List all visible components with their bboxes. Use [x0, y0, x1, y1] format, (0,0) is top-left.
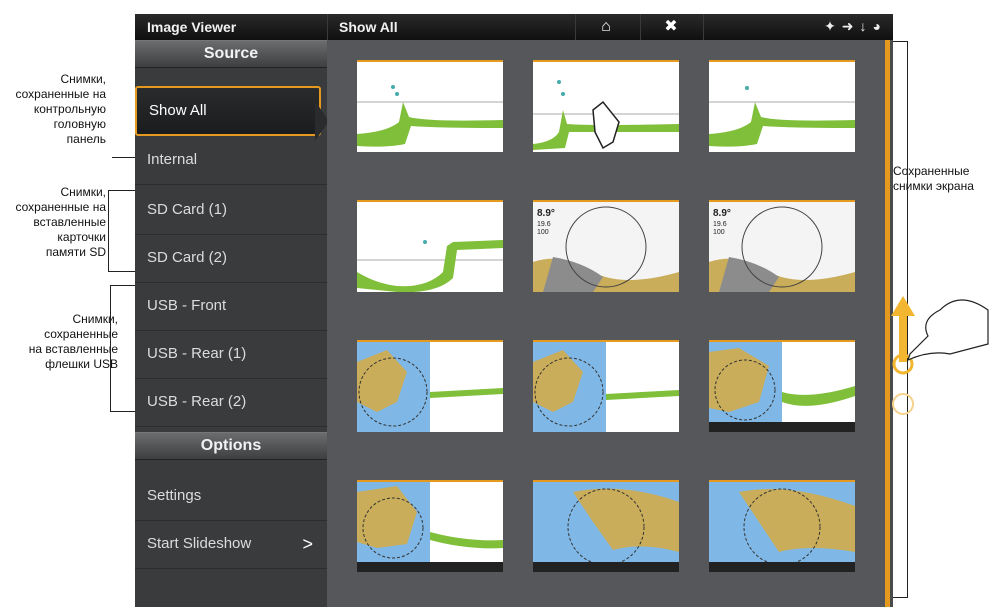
source-header: Source	[135, 40, 327, 68]
thumbnail-4[interactable]	[357, 200, 503, 292]
annotation-head-unit: Снимки, сохраненные на контрольную голов…	[15, 72, 106, 146]
home-button[interactable]: ⌂	[575, 14, 636, 40]
sidebar-item-sd-card-1[interactable]: SD Card (1)	[135, 186, 327, 235]
swipe-gesture-illustration	[891, 296, 989, 415]
annotation-sd-cards: Снимки, сохраненные на вставленные карто…	[15, 185, 106, 259]
readout-range: 100	[713, 229, 725, 236]
chart-split-image	[533, 342, 679, 432]
thumbnail-12[interactable]	[709, 480, 855, 572]
thumbnail-7[interactable]	[357, 340, 503, 432]
home-icon: ⌂	[601, 18, 611, 35]
chart-full-image	[709, 482, 855, 572]
thumbnail-8[interactable]	[533, 340, 679, 432]
chart-full-image	[533, 482, 679, 572]
settings-item[interactable]: Settings	[135, 472, 327, 521]
start-slideshow-label: Start Slideshow	[147, 535, 252, 552]
chart-radar-image: 8.9° 19.6100	[709, 202, 855, 292]
sonar-image	[357, 62, 503, 152]
title-bar: Image Viewer Show All ⌂ ✖ ✦➜↓◕	[135, 14, 893, 40]
readout-depth: 8.9°	[713, 208, 731, 219]
close-button[interactable]: ✖	[640, 14, 701, 40]
gps-icon: ✦	[824, 18, 842, 34]
annotation-usb-bracket	[110, 285, 135, 412]
readout-temp: 19.6	[537, 221, 551, 228]
status-icons: ✦➜↓◕	[824, 18, 887, 35]
readout-temp: 19.6	[713, 221, 727, 228]
thumbnail-grid: 8.9° 19.6 100 8.9° 19.6 100	[327, 40, 885, 607]
pin-icon: ➜	[841, 18, 860, 34]
thumbnail-6[interactable]: 8.9° 19.6 100	[709, 200, 855, 292]
thumbnail-3[interactable]	[709, 60, 855, 152]
start-slideshow-item[interactable]: Start Slideshow >	[135, 520, 327, 569]
chart-split-image	[357, 342, 503, 432]
hand-icon	[906, 299, 989, 362]
touch-point-start	[892, 393, 914, 415]
chart-split-sonar-image	[709, 342, 855, 432]
sonar-image	[357, 202, 503, 292]
thumbnail-5[interactable]: 8.9° 19.6 100	[533, 200, 679, 292]
chevron-right-icon: >	[302, 534, 313, 554]
device-screen: Image Viewer Show All ⌂ ✖ ✦➜↓◕ Source Sh…	[135, 14, 893, 607]
thumbnail-9[interactable]	[709, 340, 855, 432]
annotation-sd-bracket	[108, 190, 135, 272]
readout-depth: 8.9°	[537, 208, 555, 219]
readout-range: 100	[537, 229, 549, 236]
close-icon: ✖	[664, 18, 678, 35]
sidebar-item-usb-rear-1[interactable]: USB - Rear (1)	[135, 330, 327, 379]
thumbnail-10[interactable]	[357, 480, 503, 572]
sonar-image	[533, 62, 679, 152]
sidebar-item-show-all[interactable]: Show All	[135, 86, 321, 136]
compass-icon: ◕	[872, 18, 887, 34]
sonar-image	[709, 62, 855, 152]
sidebar-item-internal[interactable]: Internal	[135, 136, 327, 185]
download-icon: ↓	[859, 18, 873, 34]
app-title: Image Viewer	[147, 19, 237, 35]
sidebar-item-sd-card-2[interactable]: SD Card (2)	[135, 234, 327, 283]
sidebar-item-usb-rear-2[interactable]: USB - Rear (2)	[135, 378, 327, 427]
breadcrumb: Show All	[339, 19, 398, 35]
options-header: Options	[135, 432, 327, 460]
swipe-arrow-head	[891, 296, 915, 316]
chart-radar-image: 8.9° 19.6100	[533, 202, 679, 292]
annotation-usb: Снимки, сохраненные на вставленные флешк…	[28, 312, 118, 371]
thumbnail-2[interactable]	[533, 60, 679, 152]
sidebar-item-usb-front[interactable]: USB - Front	[135, 282, 327, 331]
sidebar: Source Show All Internal SD Card (1) SD …	[135, 40, 329, 607]
chart-split-image	[357, 482, 503, 572]
thumbnail-11[interactable]	[533, 480, 679, 572]
thumbnail-1[interactable]	[357, 60, 503, 152]
